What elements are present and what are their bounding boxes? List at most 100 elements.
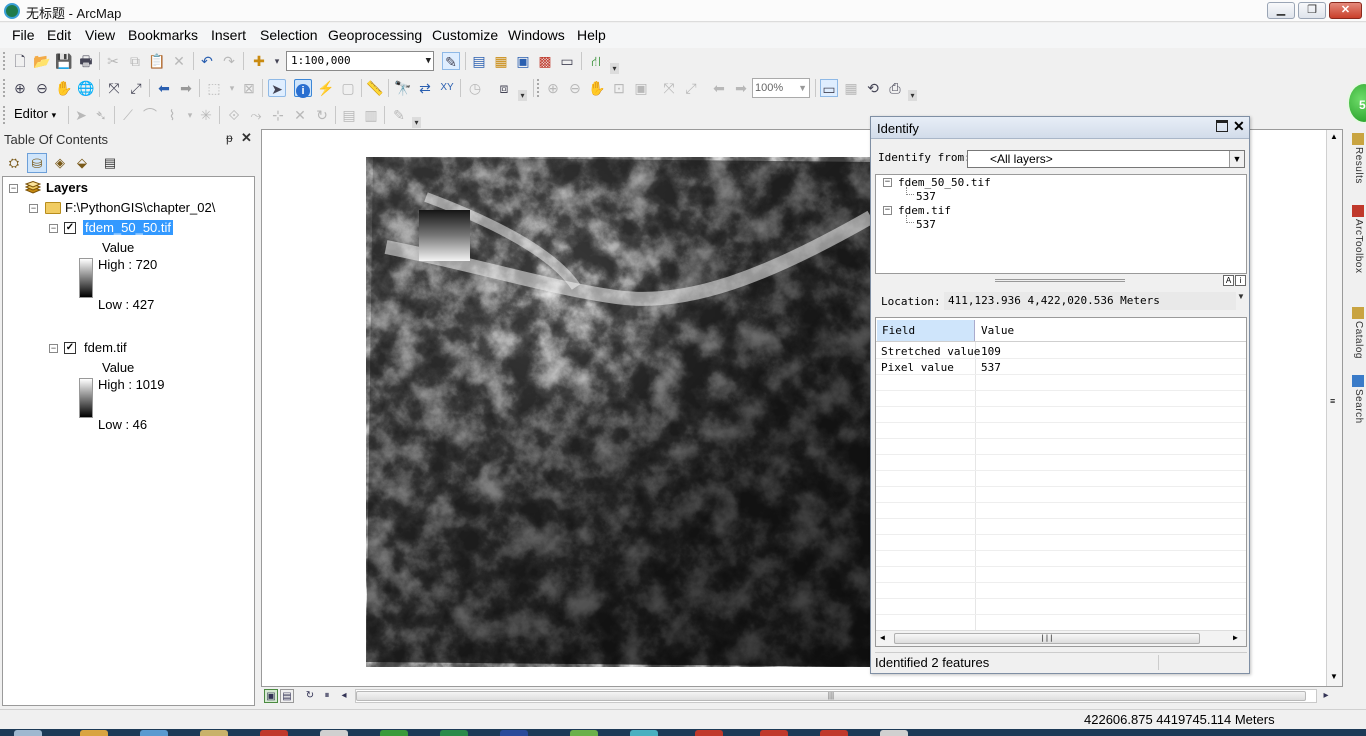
previous-extent-layout-icon[interactable]: ⬅ [710, 79, 728, 97]
refresh-icon[interactable]: ↻ [303, 689, 317, 703]
modelbuilder-icon[interactable]: ⛙ [587, 52, 605, 70]
scroll-thumb-grip-icon[interactable]: ≡ [1330, 396, 1335, 406]
list-by-drawing-order-icon[interactable]: ⛭ [4, 153, 24, 173]
list-by-visibility-icon[interactable]: ◈ [50, 153, 70, 173]
sketch-properties-icon[interactable]: ▥ [362, 106, 380, 124]
table-of-contents-icon[interactable]: ▤ [470, 52, 488, 70]
end-point-arc-icon[interactable]: ⌒ [141, 106, 159, 124]
taskbar-app-icon[interactable] [500, 730, 528, 736]
scroll-right-icon[interactable]: ▶ [1233, 633, 1238, 642]
toc-options-icon[interactable]: ▤ [100, 153, 120, 173]
menu-file[interactable]: File [12, 27, 35, 43]
taskbar-app-icon[interactable] [140, 730, 168, 736]
next-extent-layout-icon[interactable]: ➡ [732, 79, 750, 97]
collapse-icon[interactable]: − [49, 344, 58, 353]
taskbar-app-icon[interactable] [880, 730, 908, 736]
undo-icon[interactable]: ↶ [198, 52, 216, 70]
paste-icon[interactable]: 📋 [148, 52, 166, 70]
print-icon[interactable]: 🖶 [77, 52, 95, 70]
close-window-button[interactable]: ✕ [1329, 2, 1362, 19]
arctoolbox-icon[interactable]: ▩ [536, 52, 554, 70]
forward-extent-icon[interactable]: ➡ [177, 79, 195, 97]
layout-zoom-combobox[interactable]: 100% ▼ [752, 78, 810, 98]
scroll-up-icon[interactable]: ▲ [1330, 132, 1338, 141]
time-slider-icon[interactable]: ◷ [466, 79, 484, 97]
editor-toolbar-icon[interactable]: ✎ [442, 52, 460, 70]
toolbar-options-icon[interactable]: ▾ [908, 90, 917, 101]
map-vertical-scrollbar[interactable]: ▲ ≡ ▼ [1326, 130, 1342, 686]
grid-horizontal-scrollbar[interactable]: ◀ ||| ▶ [876, 630, 1246, 646]
open-folder-icon[interactable]: 📂 [33, 52, 51, 70]
scroll-right-icon[interactable]: ▸ [1319, 689, 1333, 703]
toolbar-grip[interactable] [3, 52, 7, 70]
fixed-zoom-out-layout-icon[interactable]: ⤢ [682, 79, 700, 97]
table-row[interactable]: Pixel value 537 [876, 359, 1246, 375]
menu-help[interactable]: Help [577, 27, 606, 43]
taskbar-app-icon[interactable] [695, 730, 723, 736]
scroll-thumb[interactable]: ||| [894, 633, 1200, 644]
editor-menu-button[interactable]: Editor ▾ [14, 106, 56, 121]
layout-view-icon[interactable]: ▤ [280, 689, 294, 703]
scroll-left-icon[interactable]: ◂ [337, 689, 351, 703]
location-units-dropdown-icon[interactable]: ▼ [1237, 292, 1245, 301]
menu-view[interactable]: View [85, 27, 115, 43]
fixed-zoom-out-icon[interactable]: ⤢ [127, 79, 145, 97]
zoom-out-icon[interactable]: ⊖ [33, 79, 51, 97]
chevron-down-icon[interactable]: ▼ [426, 52, 431, 70]
back-extent-icon[interactable]: ⬅ [155, 79, 173, 97]
data-view-icon[interactable]: ▣ [264, 689, 278, 703]
layers-root-label[interactable]: Layers [46, 180, 88, 195]
layer-name-fdem[interactable]: fdem.tif [84, 340, 127, 355]
full-extent-icon[interactable]: 🌐 [77, 79, 95, 97]
table-row[interactable]: Stretched value 109 [876, 343, 1246, 359]
menu-selection[interactable]: Selection [260, 27, 318, 43]
trace-icon[interactable]: ⌇ [163, 106, 181, 124]
select-features-icon[interactable]: ⬚ [205, 79, 223, 97]
search-window-icon[interactable]: ▣ [514, 52, 532, 70]
reshape-feature-icon[interactable]: ⤳ [247, 106, 265, 124]
straight-segment-icon[interactable]: ⟋ [119, 106, 137, 124]
menu-windows[interactable]: Windows [508, 27, 565, 43]
rotate-tool-icon[interactable]: ↻ [313, 106, 331, 124]
layer-visibility-checkbox[interactable]: ✓ [64, 222, 76, 234]
clear-selection-icon[interactable]: ⊠ [240, 79, 258, 97]
add-data-icon[interactable]: ✚ [250, 52, 268, 70]
menu-edit[interactable]: Edit [47, 27, 71, 43]
close-icon[interactable]: ✕ [241, 130, 252, 146]
column-header-field[interactable]: Field [877, 320, 975, 341]
folder-path-label[interactable]: F:\PythonGIS\chapter_02\ [65, 200, 215, 215]
chevron-down-icon[interactable]: ▾ [268, 52, 286, 70]
pause-drawing-icon[interactable]: ⏸ [320, 689, 334, 703]
find-route-icon[interactable]: ⇄ [416, 79, 434, 97]
chevron-down-icon[interactable]: ▼ [798, 79, 807, 97]
identify-splitter[interactable]: A i [875, 275, 1247, 287]
result-feature-value[interactable]: 537 [916, 218, 936, 231]
zoom-100-icon[interactable]: ▣ [632, 79, 650, 97]
toolbar-grip[interactable] [3, 79, 7, 97]
layout-zoom-in-icon[interactable]: ⊕ [544, 79, 562, 97]
point-icon[interactable]: ✳ [197, 106, 215, 124]
maximize-icon[interactable] [1216, 120, 1228, 132]
edit-vertices-icon[interactable]: ⟐ [225, 106, 243, 124]
focus-data-frame-icon[interactable]: ▦ [842, 79, 860, 97]
identify-icon[interactable]: i [294, 79, 312, 98]
column-header-value[interactable]: Value [976, 320, 1014, 341]
toggle-draft-mode-icon[interactable]: ▭ [820, 79, 838, 97]
python-window-icon[interactable]: ▭ [558, 52, 576, 70]
attributes-icon[interactable]: ▤ [340, 106, 358, 124]
close-icon[interactable]: ✕ [1233, 118, 1245, 135]
map-horizontal-scrollbar[interactable]: ||| [355, 689, 1317, 703]
hyperlink-icon[interactable]: ⚡ [317, 79, 335, 97]
collapse-icon[interactable]: − [9, 184, 18, 193]
identify-from-dropdown[interactable]: <All layers> ▼ [967, 150, 1245, 168]
chevron-down-icon[interactable]: ▾ [223, 79, 241, 97]
edit-tool-icon[interactable]: ➤ [72, 106, 90, 124]
edit-annotation-icon[interactable]: ➴ [92, 106, 110, 124]
scroll-down-icon[interactable]: ▼ [1330, 672, 1338, 681]
identify-title-bar[interactable]: Identify ✕ [871, 117, 1249, 139]
zoom-whole-page-icon[interactable]: ⊡ [610, 79, 628, 97]
find-icon[interactable]: 🔭 [394, 79, 412, 97]
taskbar-app-icon[interactable] [80, 730, 108, 736]
dock-tab-arctoolbox[interactable]: ArcToolbox [1346, 205, 1364, 273]
toolbar-options-icon[interactable]: ▾ [610, 63, 619, 74]
